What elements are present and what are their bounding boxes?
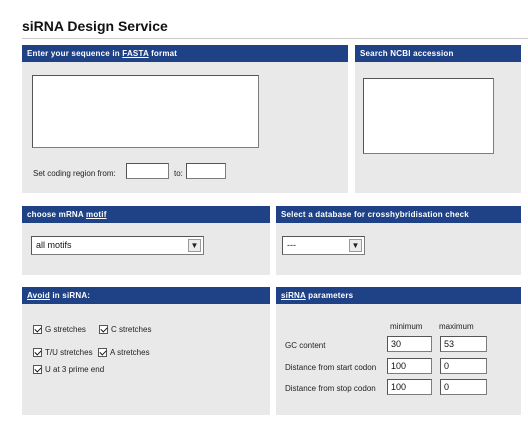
database-selected-value: --- (287, 240, 296, 250)
ncbi-panel: Search NCBI accession (355, 45, 521, 193)
start-codon-label: Distance from start codon (285, 363, 377, 372)
gc-max-input[interactable] (440, 336, 487, 352)
maximum-column-header: maximum (439, 322, 474, 331)
sequence-textarea[interactable] (32, 75, 259, 148)
fasta-header-suffix: format (148, 49, 178, 58)
c-stretches-checkbox[interactable]: C stretches (99, 325, 151, 334)
tu-stretches-checkbox[interactable]: T/U stretches (33, 348, 93, 357)
database-select[interactable]: --- ▼ (282, 236, 365, 255)
a-stretches-checkbox[interactable]: A stretches (98, 348, 150, 357)
tu-stretches-label: T/U stretches (45, 348, 93, 357)
stop-min-input[interactable] (387, 379, 432, 395)
title-divider (22, 38, 528, 39)
u-3prime-checkbox[interactable]: U at 3 prime end (33, 365, 104, 374)
start-min-input[interactable] (387, 358, 432, 374)
a-stretches-label: A stretches (110, 348, 150, 357)
fasta-link[interactable]: FASTA (122, 49, 148, 58)
stop-max-input[interactable] (440, 379, 487, 395)
motif-select[interactable]: all motifs ▼ (31, 236, 204, 255)
sirna-link[interactable]: siRNA (281, 291, 306, 300)
checkbox-checked-icon (98, 348, 107, 357)
stop-codon-label: Distance from stop codon (285, 384, 376, 393)
gc-content-label: GC content (285, 341, 326, 350)
ncbi-panel-header: Search NCBI accession (355, 45, 521, 62)
avoid-link[interactable]: Avoid (27, 291, 50, 300)
c-stretches-label: C stretches (111, 325, 152, 334)
motif-header-prefix: choose mRNA (27, 210, 87, 219)
checkbox-checked-icon (99, 325, 108, 334)
coding-to-input[interactable] (186, 163, 226, 179)
u-3prime-label: U at 3 prime end (45, 365, 105, 374)
motif-selected-value: all motifs (36, 240, 72, 250)
g-stretches-checkbox[interactable]: G stretches (33, 325, 86, 334)
fasta-header-prefix: Enter your sequence in (27, 49, 123, 58)
coding-from-input[interactable] (126, 163, 169, 179)
minimum-column-header: minimum (390, 322, 423, 331)
fasta-panel-header: Enter your sequence in FASTA format (22, 45, 348, 62)
avoid-panel-header: Avoid in siRNA: (22, 287, 270, 304)
params-panel-header: siRNA parameters (276, 287, 521, 304)
fasta-panel: Enter your sequence in FASTA format Set … (22, 45, 348, 193)
gc-min-input[interactable] (387, 336, 432, 352)
start-max-input[interactable] (440, 358, 487, 374)
avoid-panel: Avoid in siRNA: G stretches C stretches … (22, 287, 270, 415)
checkbox-checked-icon (33, 348, 42, 357)
ncbi-accession-textarea[interactable] (363, 78, 494, 154)
params-panel: siRNA parameters minimum maximum GC cont… (276, 287, 521, 415)
g-stretches-label: G stretches (45, 325, 86, 334)
checkbox-checked-icon (33, 365, 42, 374)
coding-to-label: to: (174, 169, 183, 178)
page-title: siRNA Design Service (22, 18, 168, 34)
database-panel: Select a database for crosshybridisation… (276, 206, 521, 275)
avoid-header-suffix: in siRNA: (49, 291, 91, 300)
motif-panel-header: choose mRNA motif (22, 206, 270, 223)
chevron-down-icon[interactable]: ▼ (188, 239, 201, 252)
motif-panel: choose mRNA motif all motifs ▼ (22, 206, 270, 275)
params-header-suffix: parameters (305, 291, 354, 300)
coding-region-label: Set coding region from: (33, 169, 116, 178)
motif-link[interactable]: motif (86, 210, 107, 219)
checkbox-checked-icon (33, 325, 42, 334)
chevron-down-icon[interactable]: ▼ (349, 239, 362, 252)
database-panel-header: Select a database for crosshybridisation… (276, 206, 521, 223)
